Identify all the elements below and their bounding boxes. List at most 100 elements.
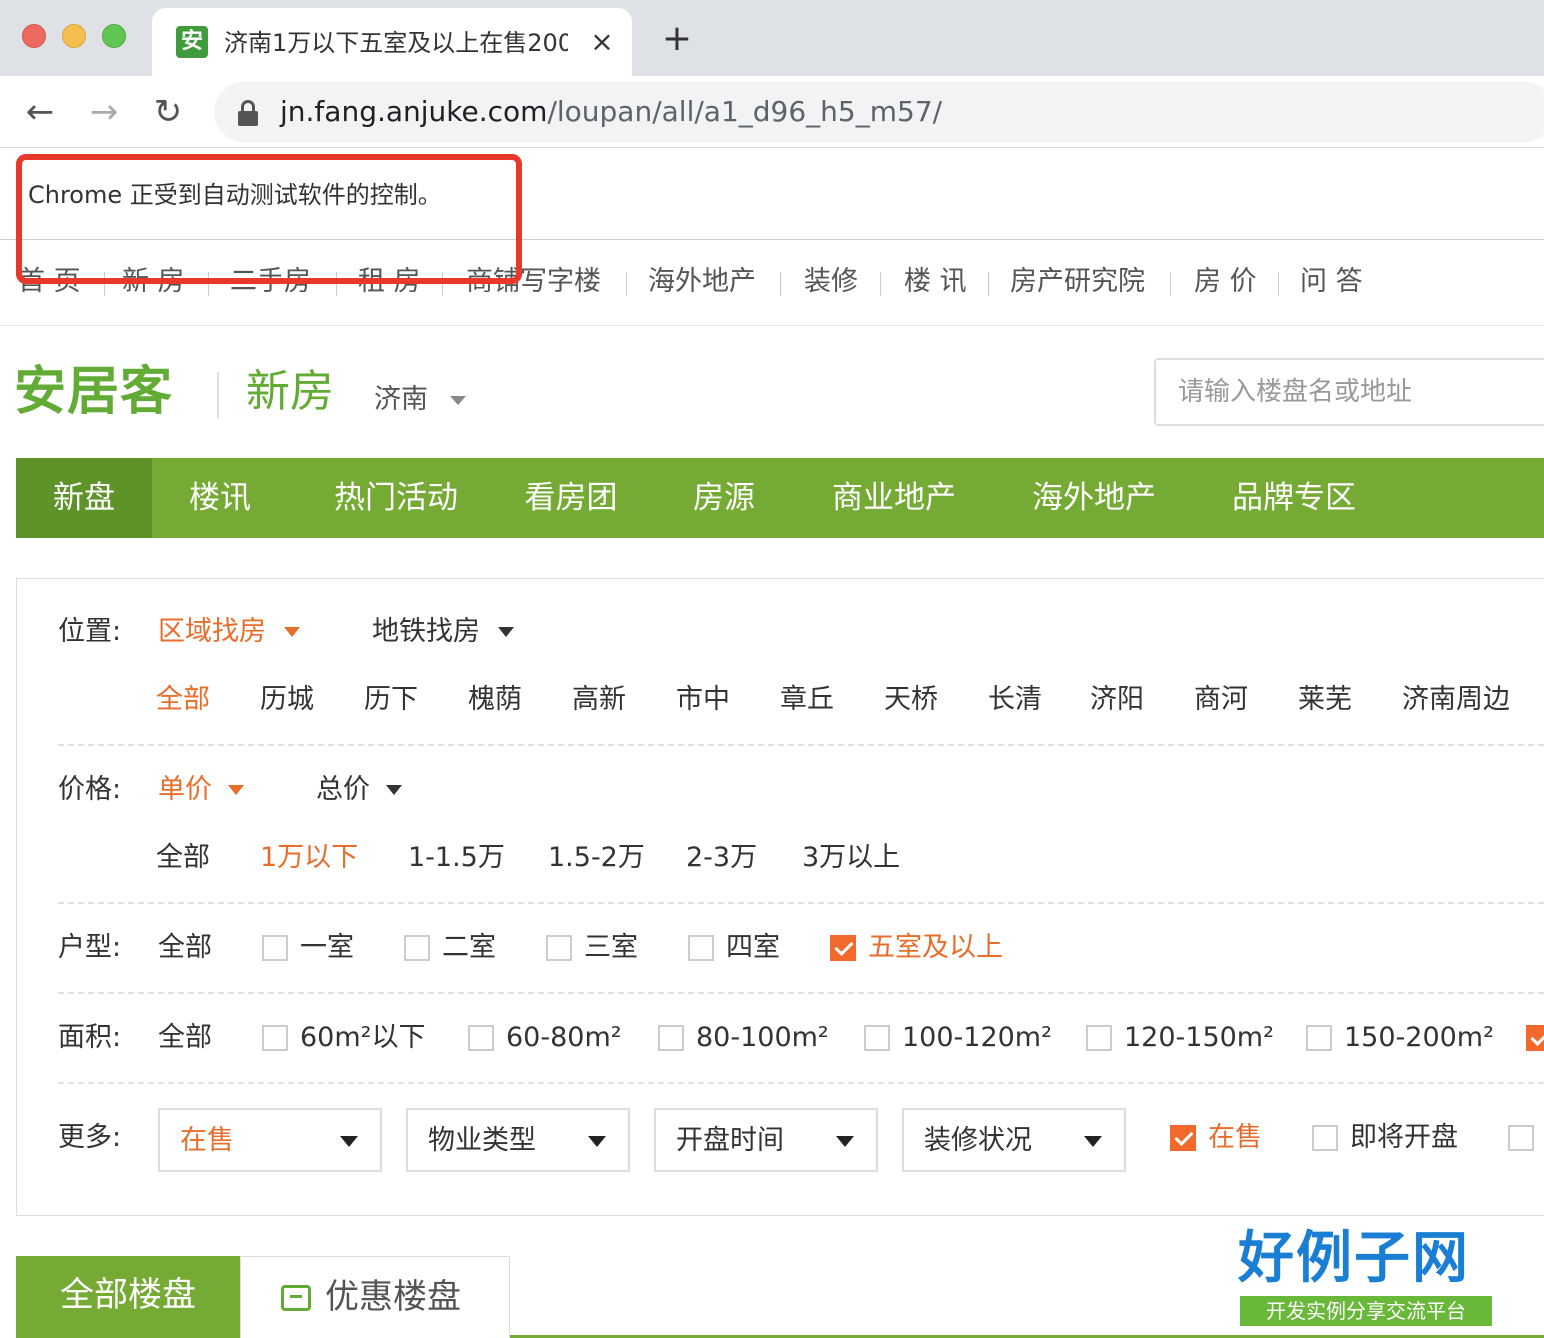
tab-all-listings[interactable]: 全部楼盘: [16, 1256, 240, 1338]
chevron-down-icon[interactable]: [284, 627, 300, 637]
url-text[interactable]: jn.fang.anjuke.com/loupan/all/a1_d96_h5_…: [280, 94, 942, 130]
topnav-overseas[interactable]: 海外地产: [648, 264, 756, 300]
area-option[interactable]: 历城: [260, 680, 314, 720]
area-option[interactable]: 天桥: [884, 680, 938, 720]
topnav-decoration[interactable]: 装修: [804, 264, 858, 300]
row-divider: [58, 902, 1544, 904]
tab-close-icon[interactable]: ×: [588, 26, 616, 58]
checkbox[interactable]: [468, 1025, 494, 1051]
area-option-all[interactable]: 全部: [156, 680, 210, 720]
area-option[interactable]: 槐荫: [468, 680, 522, 720]
main-nav: 新盘 楼讯 热门活动 看房团 房源 商业地产 海外地产 品牌专区: [16, 458, 1544, 538]
coming-soon-check-label[interactable]: 即将开盘: [1350, 1118, 1458, 1158]
mainnav-tour-group[interactable]: 看房团: [506, 458, 636, 538]
rooms-option[interactable]: 四室: [726, 928, 780, 968]
rooms-option[interactable]: 一室: [300, 928, 354, 968]
price-option-all[interactable]: 全部: [156, 838, 210, 878]
mainnav-hot-events[interactable]: 热门活动: [306, 458, 486, 538]
area-option[interactable]: 莱芜: [1298, 680, 1352, 720]
area-option[interactable]: 市中: [676, 680, 730, 720]
area-option[interactable]: 长清: [988, 680, 1042, 720]
price-mode-total[interactable]: 总价: [316, 770, 370, 810]
size-option[interactable]: 80-100m²: [696, 1018, 829, 1058]
checkbox-checked[interactable]: [830, 935, 856, 961]
checkbox[interactable]: [1086, 1025, 1112, 1051]
price-mode-unit[interactable]: 单价: [158, 770, 212, 810]
size-option[interactable]: 150-200m²: [1344, 1018, 1494, 1058]
address-bar[interactable]: jn.fang.anjuke.com/loupan/all/a1_d96_h5_…: [214, 82, 1544, 142]
watermark-tagline: 开发实例分享交流平台: [1240, 1296, 1492, 1326]
price-option[interactable]: 1万以下: [260, 838, 358, 878]
city-selector[interactable]: 济南: [374, 382, 428, 418]
size-option-all[interactable]: 全部: [158, 1018, 212, 1058]
logo-divider: [217, 372, 219, 418]
checkbox[interactable]: [864, 1025, 890, 1051]
mainnav-overseas[interactable]: 海外地产: [1014, 458, 1174, 538]
on-sale-check-label[interactable]: 在售: [1208, 1118, 1262, 1158]
status-select[interactable]: 在售: [158, 1108, 382, 1172]
size-option[interactable]: 60m²以下: [300, 1018, 425, 1058]
checkbox[interactable]: [1508, 1125, 1534, 1151]
price-option[interactable]: 1-1.5万: [408, 838, 505, 878]
topnav-divider: [780, 272, 781, 296]
area-option[interactable]: 高新: [572, 680, 626, 720]
topnav-news[interactable]: 楼 讯: [904, 264, 967, 300]
checkbox[interactable]: [262, 935, 288, 961]
checkbox[interactable]: [1312, 1125, 1338, 1151]
rooms-option[interactable]: 三室: [584, 928, 638, 968]
price-option[interactable]: 3万以上: [802, 838, 900, 878]
topnav-prices[interactable]: 房 价: [1194, 264, 1257, 300]
window-minimize-icon[interactable]: [62, 24, 86, 48]
checkbox-checked[interactable]: [1170, 1125, 1196, 1151]
back-arrow-icon[interactable]: ←: [20, 92, 60, 132]
rooms-option[interactable]: 二室: [442, 928, 496, 968]
checkbox[interactable]: [688, 935, 714, 961]
chevron-down-icon[interactable]: [386, 785, 402, 795]
window-maximize-icon[interactable]: [102, 24, 126, 48]
mainnav-listings[interactable]: 房源: [676, 458, 772, 538]
chevron-down-icon[interactable]: [498, 627, 514, 637]
price-option[interactable]: 1.5-2万: [548, 838, 645, 878]
size-option[interactable]: 100-120m²: [902, 1018, 1052, 1058]
mainnav-commercial[interactable]: 商业地产: [814, 458, 974, 538]
rooms-option-all[interactable]: 全部: [158, 928, 212, 968]
browser-tab[interactable]: 安 济南1万以下五室及以上在售200 ×: [152, 8, 632, 76]
price-option[interactable]: 2-3万: [686, 838, 757, 878]
chevron-down-icon[interactable]: [228, 785, 244, 795]
tab-deal-listings[interactable]: 优惠楼盘: [240, 1256, 510, 1338]
price-label: 价格:: [58, 774, 122, 805]
mainnav-brands[interactable]: 品牌专区: [1212, 458, 1376, 538]
reload-icon[interactable]: ↻: [148, 92, 188, 132]
checkbox[interactable]: [262, 1025, 288, 1051]
size-option[interactable]: 120-150m²: [1124, 1018, 1274, 1058]
property-type-select[interactable]: 物业类型: [406, 1108, 630, 1172]
mainnav-news[interactable]: 楼讯: [156, 458, 284, 538]
tab-deal-label: 优惠楼盘: [325, 1277, 461, 1317]
mainnav-new-listings[interactable]: 新盘: [16, 458, 152, 538]
checkbox[interactable]: [546, 935, 572, 961]
forward-arrow-icon[interactable]: →: [84, 92, 124, 132]
select-value: 开盘时间: [676, 1125, 784, 1156]
chevron-down-icon[interactable]: [450, 396, 466, 405]
anjuke-logo[interactable]: 安居客: [14, 360, 173, 424]
size-option[interactable]: 60-80m²: [506, 1018, 622, 1058]
new-tab-icon[interactable]: +: [660, 21, 694, 57]
checkbox-checked[interactable]: [1526, 1025, 1544, 1051]
area-option[interactable]: 历下: [364, 680, 418, 720]
location-mode-metro[interactable]: 地铁找房: [372, 612, 480, 652]
window-close-icon[interactable]: [22, 24, 46, 48]
topnav-qa[interactable]: 问 答: [1300, 264, 1363, 300]
decoration-select[interactable]: 装修状况: [902, 1108, 1126, 1172]
opening-time-select[interactable]: 开盘时间: [654, 1108, 878, 1172]
checkbox[interactable]: [404, 935, 430, 961]
area-option[interactable]: 济南周边: [1402, 680, 1510, 720]
area-option[interactable]: 济阳: [1090, 680, 1144, 720]
checkbox[interactable]: [1306, 1025, 1332, 1051]
area-option[interactable]: 商河: [1194, 680, 1248, 720]
area-option[interactable]: 章丘: [780, 680, 834, 720]
topnav-research[interactable]: 房产研究院: [1010, 264, 1145, 300]
location-mode-district[interactable]: 区域找房: [158, 612, 266, 652]
rooms-option[interactable]: 五室及以上: [868, 928, 1003, 968]
search-input[interactable]: [1154, 358, 1544, 426]
checkbox[interactable]: [658, 1025, 684, 1051]
